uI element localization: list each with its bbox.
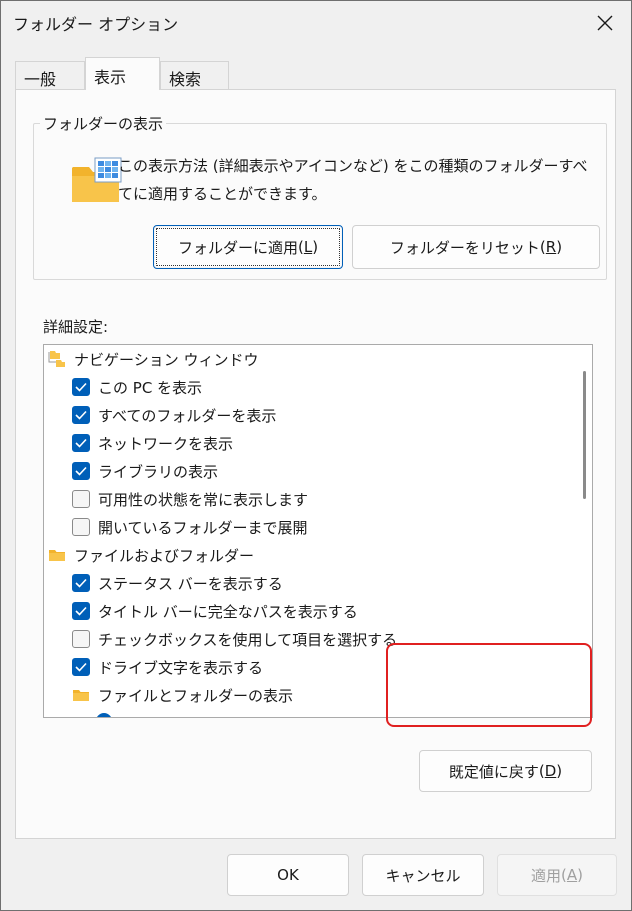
list-item-category[interactable]: ファイルおよびフォルダー	[48, 541, 254, 569]
restore-defaults-label: 既定値に戻す	[448, 762, 539, 781]
checkmark-icon	[75, 662, 87, 672]
list-item-checkbox[interactable]: 開いているフォルダーまで展開	[72, 513, 308, 541]
nav-pane-icon	[48, 351, 65, 367]
checkbox-unchecked[interactable]	[72, 490, 90, 508]
list-item-checkbox[interactable]: この PC を表示	[72, 373, 202, 401]
list-item-label: この PC を表示	[98, 378, 203, 397]
window-title: フォルダー オプション	[13, 15, 179, 34]
checkbox-checked[interactable]	[72, 602, 90, 620]
ok-button[interactable]: OK	[227, 854, 349, 896]
apply-to-folders-label: フォルダーに適用	[177, 238, 298, 257]
list-item-label: ステータス バーを表示する	[98, 574, 283, 593]
list-item-label: タイトル バーに完全なパスを表示する	[98, 602, 358, 621]
apply-label: 適用	[531, 866, 562, 885]
list-item-label: ファイルおよびフォルダー	[74, 546, 255, 565]
checkbox-checked[interactable]	[72, 574, 90, 592]
list-item-checkbox[interactable]: ステータス バーを表示する	[72, 569, 283, 597]
checkbox-checked[interactable]	[72, 462, 90, 480]
radio-icon	[96, 713, 112, 717]
apply-to-folders-button[interactable]: フォルダーに適用(L)	[153, 225, 343, 269]
list-item-label: ナビゲーション ウィンドウ	[74, 350, 259, 369]
list-item-checkbox[interactable]: ライブラリの表示	[72, 457, 218, 485]
folder-options-dialog: フォルダー オプション 一般 表示 検索 フォルダーの表示 この表示方法 (詳細…	[0, 0, 632, 911]
checkbox-unchecked[interactable]	[72, 518, 90, 536]
restore-defaults-button[interactable]: 既定値に戻す(D)	[419, 750, 592, 792]
checkbox-checked[interactable]	[72, 658, 90, 676]
list-item-label: 可用性の状態を常に表示します	[98, 490, 309, 509]
list-item-label: ドライブ文字を表示する	[98, 658, 264, 677]
close-button[interactable]	[587, 5, 623, 41]
folder-views-title: フォルダーの表示	[40, 113, 167, 134]
checkmark-icon	[75, 578, 87, 588]
advanced-settings-list[interactable]: ナビゲーション ウィンドウ この PC を表示 すべてのフォルダーを表示 ネット…	[43, 344, 593, 718]
list-item-checkbox[interactable]: タイトル バーに完全なパスを表示する	[72, 597, 358, 625]
list-item-label: ネットワークを表示	[98, 434, 234, 453]
folder-icon	[49, 550, 65, 561]
list-item-checkbox[interactable]: すべてのフォルダーを表示	[72, 401, 276, 429]
list-scrollbar[interactable]	[580, 347, 590, 715]
list-item-label: チェックボックスを使用して項目を選択する	[98, 630, 398, 649]
close-icon	[597, 15, 613, 31]
folder-views-group: フォルダーの表示 この表示方法 (詳細表示やアイコンなど) をこの種類のフォルダ…	[33, 113, 607, 280]
checkmark-icon	[75, 438, 87, 448]
view-tab-panel: フォルダーの表示 この表示方法 (詳細表示やアイコンなど) をこの種類のフォルダ…	[15, 89, 616, 839]
checkmark-icon	[75, 606, 87, 616]
checkbox-unchecked[interactable]	[72, 630, 90, 648]
list-item-checkbox[interactable]: 可用性の状態を常に表示します	[72, 485, 308, 513]
tab-search[interactable]: 検索	[160, 61, 229, 89]
apply-accel: A	[566, 866, 578, 884]
advanced-settings-label: 詳細設定:	[43, 318, 109, 336]
restore-defaults-accel: D	[544, 762, 557, 780]
checkmark-icon	[75, 410, 87, 420]
title-bar[interactable]: フォルダー オプション	[1, 1, 631, 45]
list-item-category[interactable]: ナビゲーション ウィンドウ	[48, 345, 258, 373]
checkmark-icon	[75, 466, 87, 476]
list-item-checkbox[interactable]: ネットワークを表示	[72, 429, 233, 457]
checkmark-icon	[75, 382, 87, 392]
reset-folders-button[interactable]: フォルダーをリセット(R)	[352, 225, 600, 269]
apply-button[interactable]: 適用(A)	[497, 854, 617, 896]
list-item-subcategory[interactable]: ファイルとフォルダーの表示	[72, 681, 293, 709]
cancel-button[interactable]: キャンセル	[362, 854, 484, 896]
list-item-label: ファイルとフォルダーの表示	[98, 686, 294, 705]
reset-folders-accel: R	[545, 238, 557, 256]
checkbox-checked[interactable]	[72, 434, 90, 452]
checkbox-checked[interactable]	[72, 378, 90, 396]
list-item-checkbox[interactable]: チェックボックスを使用して項目を選択する	[72, 625, 397, 653]
apply-to-folders-accel: L	[303, 238, 313, 256]
folder-icon	[73, 690, 89, 701]
folder-views-description: この表示方法 (詳細表示やアイコンなど) をこの種類のフォルダーすべてに適用する…	[118, 157, 588, 203]
folder-view-icon	[72, 157, 122, 202]
scrollbar-thumb[interactable]	[583, 371, 586, 499]
list-item-partial[interactable]	[96, 707, 112, 717]
list-item-checkbox[interactable]: ドライブ文字を表示する	[72, 653, 263, 681]
list-item-label: すべてのフォルダーを表示	[98, 406, 277, 425]
checkbox-checked[interactable]	[72, 406, 90, 424]
tab-view[interactable]: 表示	[85, 57, 160, 90]
list-item-label: 開いているフォルダーまで展開	[98, 518, 308, 537]
tab-general[interactable]: 一般	[15, 61, 85, 89]
list-item-label: ライブラリの表示	[98, 462, 219, 481]
reset-folders-label: フォルダーをリセット	[389, 238, 540, 257]
